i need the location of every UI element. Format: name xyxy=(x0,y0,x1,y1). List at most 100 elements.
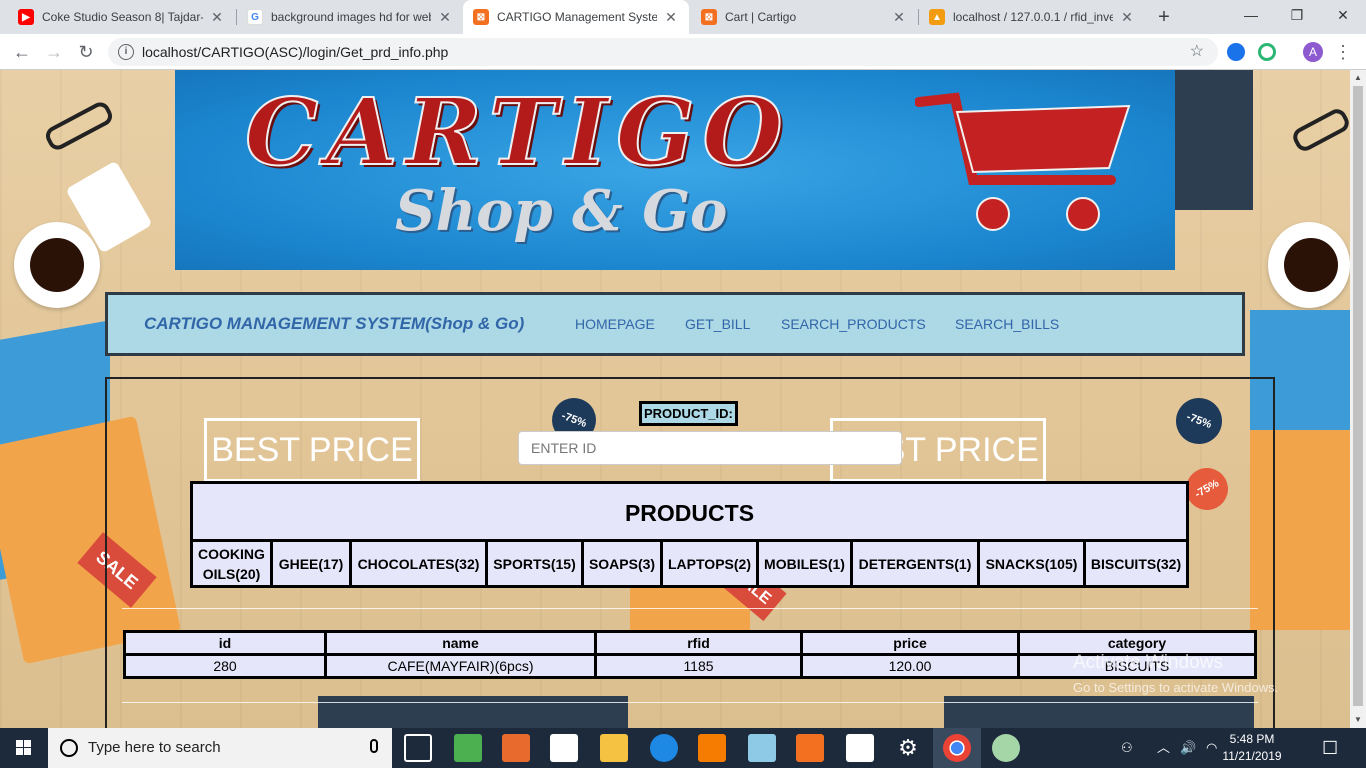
taskbar-search-box[interactable]: Type here to search xyxy=(48,728,392,768)
shopping-cart-icon xyxy=(915,92,1131,231)
edge-browser-icon[interactable] xyxy=(650,734,678,762)
close-icon[interactable]: ✕ xyxy=(663,9,679,26)
chrome-app-icon[interactable] xyxy=(943,734,971,762)
show-hidden-icons-chevron-icon[interactable]: ︿ xyxy=(1157,728,1170,768)
glasses-icon xyxy=(1289,105,1350,155)
volume-icon[interactable]: 🔊 xyxy=(1180,728,1196,768)
coffee-cup-image xyxy=(1268,222,1350,308)
cell-price: 120.00 xyxy=(803,656,1017,676)
forward-icon[interactable]: → xyxy=(42,40,66,64)
column-header-rfid: rfid xyxy=(597,633,800,653)
column-header-id: id xyxy=(126,633,324,653)
nav-homepage-link[interactable]: HOMEPAGE xyxy=(575,295,655,353)
table-header-row: id name rfid price category xyxy=(126,633,1254,653)
close-icon[interactable]: ✕ xyxy=(437,9,453,26)
category-cell-ghee[interactable]: GHEE(17) xyxy=(273,542,352,585)
nav-search-products-link[interactable]: SEARCH_PRODUCTS xyxy=(781,295,926,353)
people-icon[interactable]: ⚇ xyxy=(1121,728,1133,768)
category-cell-detergents[interactable]: DETERGENTS(1) xyxy=(853,542,980,585)
visual-studio-app-icon[interactable] xyxy=(502,734,530,762)
info-icon[interactable]: i xyxy=(118,44,134,60)
category-cell-sports[interactable]: SPORTS(15) xyxy=(488,542,584,585)
tab-title: CARTIGO Management System xyxy=(497,10,657,24)
nav-search-bills-link[interactable]: SEARCH_BILLS xyxy=(955,295,1059,353)
glasses-icon xyxy=(42,98,116,154)
category-row: COOKING OILS(20) GHEE(17) CHOCOLATES(32)… xyxy=(193,542,1186,585)
photos-app-icon[interactable] xyxy=(846,734,874,762)
url-text[interactable]: localhost/CARTIGO(ASC)/login/Get_prd_inf… xyxy=(142,38,448,66)
page-scrollbar[interactable]: ▲ ▼ xyxy=(1350,70,1366,728)
category-cell-biscuits[interactable]: BISCUITS(32) xyxy=(1086,542,1186,585)
bookmark-star-icon[interactable]: ☆ xyxy=(1190,38,1204,66)
clock-time: 5:48 PM xyxy=(1229,732,1275,746)
wifi-icon[interactable]: ◠ xyxy=(1206,728,1217,768)
settings-gear-icon[interactable]: ⚙ xyxy=(894,734,922,762)
search-icon xyxy=(60,739,78,757)
windows-start-button[interactable] xyxy=(0,728,48,768)
phpmyadmin-icon: ▲ xyxy=(929,9,945,25)
extension-icon[interactable] xyxy=(1227,43,1245,61)
close-icon[interactable]: ✕ xyxy=(891,9,907,26)
taskbar-clock[interactable]: 5:48 PM 11/21/2019 xyxy=(1222,731,1282,765)
browser-tab[interactable]: G background images hd for web ✕ xyxy=(237,0,463,34)
scroll-up-icon[interactable]: ▲ xyxy=(1350,70,1366,86)
restore-icon[interactable]: ❐ xyxy=(1274,0,1320,30)
minimize-icon[interactable]: — xyxy=(1228,0,1274,30)
category-cell-chocolates[interactable]: CHOCOLATES(32) xyxy=(352,542,488,585)
cell-id: 280 xyxy=(126,656,324,676)
notification-icon[interactable]: ☐ xyxy=(1322,728,1338,768)
address-bar[interactable]: i localhost/CARTIGO(ASC)/login/Get_prd_i… xyxy=(108,38,1218,66)
cell-rfid: 1185 xyxy=(597,656,800,676)
more-menu-icon[interactable]: ⋮ xyxy=(1334,40,1352,64)
taskbar-search-placeholder: Type here to search xyxy=(88,739,221,756)
nav-get-bill-link[interactable]: GET_BILL xyxy=(685,295,750,353)
clock-date: 11/21/2019 xyxy=(1222,749,1282,763)
divider xyxy=(122,702,1258,703)
windows-taskbar: Type here to search ⚙ ⚇ ︿ 🔊 ◠ 5:48 PM 11… xyxy=(0,728,1366,768)
paint-app-icon[interactable] xyxy=(992,734,1020,762)
file-explorer-icon[interactable] xyxy=(600,734,628,762)
app-icon[interactable] xyxy=(748,734,776,762)
close-window-icon[interactable]: ✕ xyxy=(1320,0,1366,30)
notepad-app-icon[interactable] xyxy=(454,734,482,762)
column-header-category: category xyxy=(1020,633,1254,653)
new-tab-button[interactable]: + xyxy=(1151,5,1177,31)
avatar[interactable]: A xyxy=(1303,42,1323,62)
close-icon[interactable]: ✕ xyxy=(209,9,225,26)
browser-tab-active[interactable]: ⊠ CARTIGO Management System ✕ xyxy=(463,0,689,34)
tab-title: localhost / 127.0.0.1 / rfid_inve xyxy=(953,10,1113,24)
main-navbar: CARTIGO MANAGEMENT SYSTEM(Shop & Go) HOM… xyxy=(105,292,1245,356)
close-icon[interactable]: ✕ xyxy=(1119,9,1135,26)
scrollbar-thumb[interactable] xyxy=(1353,86,1363,706)
products-heading: PRODUCTS xyxy=(193,484,1186,542)
browser-tab[interactable]: ▲ localhost / 127.0.0.1 / rfid_inve ✕ xyxy=(919,0,1145,34)
watermark-subtitle: Go to Settings to activate Windows. xyxy=(1073,680,1279,695)
brand-logo-text: CARTIGO xyxy=(244,77,791,187)
back-icon[interactable]: ← xyxy=(10,40,34,64)
store-app-icon[interactable] xyxy=(550,734,578,762)
task-view-icon[interactable] xyxy=(404,734,432,762)
column-header-price: price xyxy=(803,633,1017,653)
scroll-down-icon[interactable]: ▼ xyxy=(1350,712,1366,728)
product-id-input[interactable] xyxy=(518,431,902,465)
divider xyxy=(122,608,1258,609)
browser-tab[interactable]: ▶ Coke Studio Season 8| Tajdar-e ✕ xyxy=(8,0,235,34)
reload-icon[interactable]: ↻ xyxy=(74,40,98,64)
category-cell-laptops[interactable]: LAPTOPS(2) xyxy=(663,542,759,585)
microphone-icon[interactable] xyxy=(370,739,378,753)
category-cell-snacks[interactable]: SNACKS(105) xyxy=(980,542,1086,585)
xampp-app-icon[interactable] xyxy=(796,734,824,762)
xampp-icon: ⊠ xyxy=(473,9,489,25)
browser-tab-strip: ▶ Coke Studio Season 8| Tajdar-e ✕ G bac… xyxy=(0,0,1366,34)
products-table: PRODUCTS COOKING OILS(20) GHEE(17) CHOCO… xyxy=(190,481,1189,588)
extension-search-icon[interactable] xyxy=(1258,43,1276,61)
system-name-link[interactable]: CARTIGO MANAGEMENT SYSTEM(Shop & Go) xyxy=(144,295,524,353)
category-cell-cooking-oils[interactable]: COOKING OILS(20) xyxy=(193,542,273,585)
watermark-title: Activate Windows xyxy=(1073,652,1223,673)
browser-tab[interactable]: ⊠ Cart | Cartigo ✕ xyxy=(691,0,917,34)
youtube-icon: ▶ xyxy=(18,9,34,25)
page-viewport: SALE BEST PRICE BEST PRICE -75% -75% -75… xyxy=(0,70,1350,728)
category-cell-mobiles[interactable]: MOBILES(1) xyxy=(759,542,853,585)
category-cell-soaps[interactable]: SOAPS(3) xyxy=(584,542,663,585)
sublime-text-icon[interactable] xyxy=(698,734,726,762)
